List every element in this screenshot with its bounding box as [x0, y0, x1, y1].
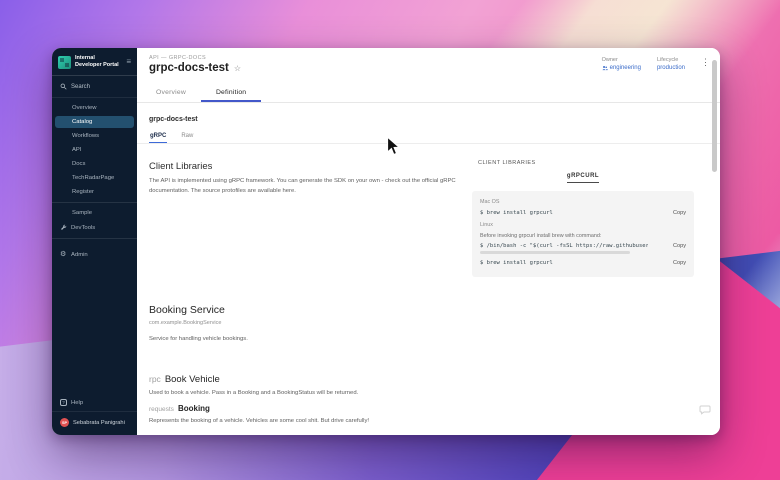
sidebar-item-api[interactable]: API — [52, 143, 137, 157]
sidebar-item-techradarpage[interactable]: TechRadarPage — [52, 171, 137, 185]
request-description: Represents the booking of a vehicle. Veh… — [149, 417, 579, 427]
search-icon — [60, 83, 67, 90]
sidebar-item-register[interactable]: Register — [52, 185, 137, 199]
sidebar-item-label: Admin — [71, 252, 88, 258]
definition-subtabs: gRPC Raw — [137, 130, 720, 144]
macos-command: $ brew install grpcurl — [480, 210, 553, 216]
panel-tab-row: gRPCURL — [472, 173, 694, 183]
avatar: SP — [60, 418, 69, 427]
copy-button[interactable]: Copy — [673, 243, 686, 249]
vertical-scrollbar[interactable] — [712, 60, 717, 172]
breadcrumb[interactable]: API — GRPC-DOCS — [149, 55, 206, 61]
page-title: grpc-docs-test — [149, 62, 229, 74]
hamburger-icon[interactable]: ≡ — [126, 58, 131, 66]
title-row: grpc-docs-test ☆ — [149, 62, 241, 74]
brand-logo-icon — [58, 56, 71, 69]
service-heading: Booking Service — [149, 304, 569, 316]
sidebar-item-catalog[interactable]: Catalog — [55, 116, 134, 128]
user-name: Sebabrata Panigrahi — [73, 420, 125, 426]
client-libraries-section: Client Libraries The API is implemented … — [149, 161, 464, 196]
request-heading: requests Booking — [149, 404, 579, 413]
more-options-icon[interactable]: ⋮ — [701, 58, 710, 67]
request-name: Booking — [178, 404, 210, 413]
rpc-heading: rpc Book Vehicle — [149, 374, 569, 385]
linux-label: Linux — [480, 222, 686, 228]
rpc-name: Book Vehicle — [165, 374, 220, 385]
sidebar-footer: ? Help SP Sebabrata Panigrahi — [52, 394, 137, 435]
owner-value: engineering — [610, 65, 641, 71]
sidebar-item-sample[interactable]: Sample — [52, 206, 137, 220]
main-content: API — GRPC-DOCS grpc-docs-test ☆ Owner e… — [137, 48, 720, 435]
service-description: Service for handling vehicle bookings. — [149, 335, 569, 345]
client-libraries-panel: CLIENT LIBRARIES gRPCURL Mac OS $ brew i… — [472, 160, 694, 277]
rpc-description: Used to book a vehicle. Pass in a Bookin… — [149, 389, 569, 399]
gear-icon: ⚙ — [60, 251, 67, 258]
entity-meta: Owner engineering Lifecycle production ⋮ — [602, 57, 710, 71]
sidebar: Internal Developer Portal ≡ Search Overv… — [52, 48, 137, 435]
code-row-brew: $ brew install grpcurl Copy — [480, 260, 686, 266]
lifecycle-value[interactable]: production — [657, 65, 685, 71]
owner-block: Owner engineering — [602, 57, 641, 71]
macos-label: Mac OS — [480, 199, 686, 205]
rpc-kind: rpc — [149, 374, 161, 384]
brand-title: Internal Developer Portal — [75, 55, 122, 69]
sidebar-divider — [52, 202, 137, 203]
app-window: Internal Developer Portal ≡ Search Overv… — [52, 48, 720, 435]
copy-button[interactable]: Copy — [673, 210, 686, 216]
sidebar-item-overview[interactable]: Overview — [52, 101, 137, 115]
sidebar-user[interactable]: SP Sebabrata Panigrahi — [52, 411, 137, 429]
horizontal-scrollbar[interactable] — [480, 251, 630, 254]
sidebar-item-workflows[interactable]: Workflows — [52, 129, 137, 143]
sidebar-search-label: Search — [71, 84, 90, 90]
sidebar-item-devtools[interactable]: DevTools — [52, 220, 137, 235]
favorite-star-icon[interactable]: ☆ — [234, 64, 241, 73]
code-row-linux: $ /bin/bash -c "$(curl -fsSL https://raw… — [480, 243, 686, 249]
wrench-icon — [60, 224, 67, 231]
brew-command: $ brew install grpcurl — [480, 260, 553, 266]
service-fqn: com.example.BookingService — [149, 320, 569, 326]
owner-label: Owner — [602, 57, 641, 63]
group-icon — [602, 65, 608, 71]
help-label: Help — [71, 400, 83, 406]
lifecycle-label: Lifecycle — [657, 57, 685, 63]
subtab-grpc[interactable]: gRPC — [149, 130, 167, 143]
code-row-macos: $ brew install grpcurl Copy — [480, 210, 686, 216]
sidebar-item-label: DevTools — [71, 225, 95, 231]
install-instructions: Mac OS $ brew install grpcurl Copy Linux… — [472, 191, 694, 277]
sidebar-search[interactable]: Search — [52, 76, 137, 98]
sidebar-help[interactable]: ? Help — [52, 394, 137, 411]
sidebar-brand[interactable]: Internal Developer Portal ≡ — [52, 48, 137, 76]
copy-button[interactable]: Copy — [673, 260, 686, 266]
request-kind: requests — [149, 406, 174, 413]
linux-note: Before invoking grpcurl install brew wit… — [480, 233, 686, 239]
sidebar-menu: Overview Catalog Workflows API Docs Tech… — [52, 98, 137, 265]
definition-card-title: grpc-docs-test — [149, 116, 198, 123]
sidebar-divider — [52, 238, 137, 239]
help-icon: ? — [60, 399, 67, 406]
booking-service-section: Booking Service com.example.BookingServi… — [149, 304, 569, 345]
sidebar-item-admin[interactable]: ⚙ Admin — [52, 247, 137, 262]
panel-title: CLIENT LIBRARIES — [478, 160, 694, 166]
tab-grpcurl[interactable]: gRPCURL — [567, 173, 599, 183]
entity-tabs: Overview Definition — [137, 82, 720, 103]
lifecycle-block: Lifecycle production — [657, 57, 685, 71]
owner-link[interactable]: engineering — [602, 65, 641, 71]
client-libraries-heading: Client Libraries — [149, 161, 464, 172]
tab-overview[interactable]: Overview — [141, 82, 201, 102]
desktop: Internal Developer Portal ≡ Search Overv… — [0, 0, 780, 480]
mouse-cursor — [386, 136, 401, 157]
linux-command: $ /bin/bash -c "$(curl -fsSL https://raw… — [480, 243, 648, 249]
subtab-raw[interactable]: Raw — [180, 130, 194, 143]
client-libraries-description: The API is implemented using gRPC framew… — [149, 177, 464, 196]
request-section: requests Booking Represents the booking … — [149, 404, 579, 427]
feedback-bubble-icon — [699, 403, 711, 415]
tab-definition[interactable]: Definition — [201, 82, 261, 102]
sidebar-item-docs[interactable]: Docs — [52, 157, 137, 171]
rpc-section: rpc Book Vehicle Used to book a vehicle.… — [149, 374, 569, 399]
